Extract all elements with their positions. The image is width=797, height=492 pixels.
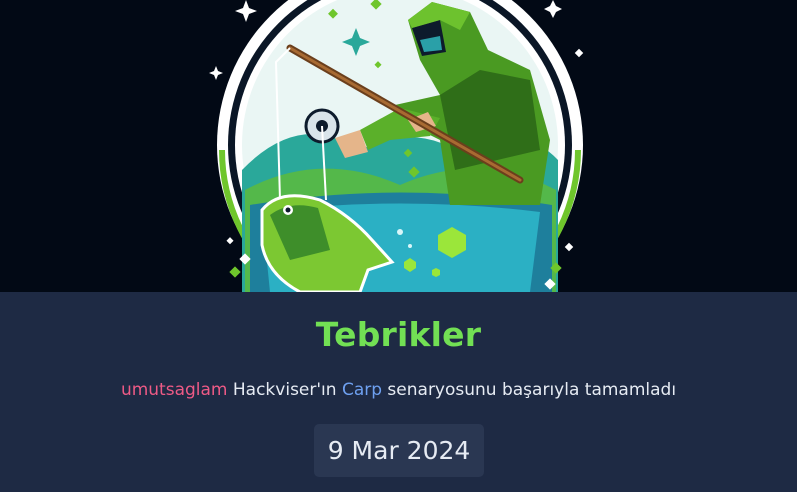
- completion-panel: Tebrikler umutsaglam Hackviser'ın Carp s…: [0, 292, 797, 492]
- bubble: [408, 244, 412, 248]
- badge-image: [0, 0, 797, 292]
- message-text-before: Hackviser'ın: [227, 380, 342, 400]
- completion-date: 9 Mar 2024: [314, 424, 484, 477]
- star-icon: [544, 0, 562, 18]
- sparkle-icon: [229, 266, 241, 278]
- star-icon: [209, 66, 223, 80]
- bubble: [397, 229, 403, 235]
- congratulations-title: Tebrikler: [315, 315, 482, 354]
- completion-card: Tebrikler umutsaglam Hackviser'ın Carp s…: [0, 0, 797, 492]
- star-icon: [226, 237, 234, 245]
- star-icon: [235, 0, 257, 22]
- scenario-name: Carp: [341, 380, 383, 400]
- star-icon: [574, 48, 584, 58]
- carp-pupil: [285, 207, 291, 213]
- completion-message: umutsaglam Hackviser'ın Carp senaryosunu…: [0, 380, 797, 400]
- fisherman-badge-illustration: [209, 0, 584, 292]
- message-text-after: senaryosunu başarıyla tamamladı: [382, 380, 677, 400]
- username: umutsaglam: [120, 380, 228, 400]
- star-icon: [564, 242, 574, 252]
